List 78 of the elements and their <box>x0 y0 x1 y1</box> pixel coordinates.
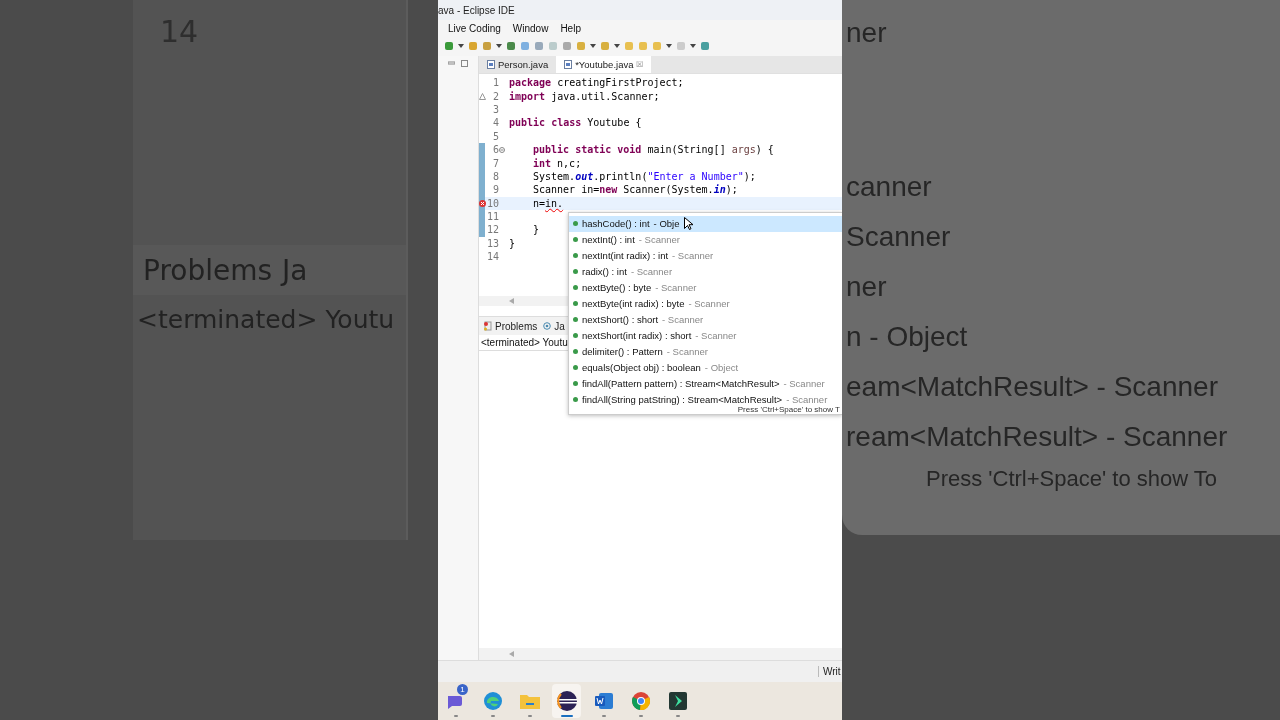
hint-text: Press 'Ctrl+Space' to show T <box>737 405 841 414</box>
dropdown-caret-icon[interactable] <box>614 44 620 48</box>
code-line: } <box>532 223 540 237</box>
menu-item[interactable]: Window <box>506 22 555 34</box>
collapse-icon[interactable] <box>499 146 505 153</box>
line-number: 4 <box>491 117 499 129</box>
taskbar-button[interactable]: 1 <box>441 684 470 718</box>
code-line: System.out.println("Enter a Number"); <box>532 169 756 184</box>
close-icon[interactable]: ☒ <box>636 60 644 69</box>
code-line: public class Youtube { <box>508 116 642 130</box>
mouse-cursor-icon <box>684 217 693 230</box>
dropdown-caret-icon[interactable] <box>690 44 696 48</box>
code-line: public static void main(String[] args) { <box>532 143 774 157</box>
line-number: 11 <box>485 211 499 223</box>
code-line: int n,c; <box>532 156 582 170</box>
menu-item[interactable]: Live Coding <box>442 22 507 34</box>
code-line: import java.util.Scanner; <box>508 89 660 103</box>
completion-item[interactable]: radix() : int - Scanner <box>569 263 842 280</box>
line-number: 6 <box>491 144 499 156</box>
completion-item[interactable]: delimiter() : Pattern - Scanner <box>569 343 842 360</box>
completion-item[interactable]: hashCode() : int - Obje <box>569 216 842 232</box>
panel-tab[interactable]: Ja <box>543 320 565 332</box>
java-file-icon <box>564 60 573 69</box>
arrow-app-icon <box>667 691 688 711</box>
line-number: 7 <box>491 157 499 169</box>
java-file-icon <box>487 60 495 69</box>
maximize-icon[interactable] <box>461 60 468 67</box>
completion-item[interactable]: equals(Object obj) : boolean - Object <box>569 359 842 376</box>
console-text: <terminated> Youtu <box>479 335 568 351</box>
code-line: package creatingFirstProject; <box>508 76 684 90</box>
line-number: 2 <box>491 90 499 102</box>
completion-item[interactable]: findAll(Pattern pattern) : Stream<MatchResult> - Scanner <box>569 375 842 392</box>
line-number: 12 <box>485 224 499 236</box>
completion-item[interactable]: nextShort() : short - Scanner <box>569 311 842 328</box>
completion-text: ream<MatchResult> - Scanner <box>845 420 1228 454</box>
completion-text: Press 'Ctrl+Space' to show To <box>925 465 1218 493</box>
line-number: 10 <box>485 197 499 209</box>
line-number: 5 <box>491 130 499 142</box>
problems-icon <box>483 321 492 331</box>
menu-item[interactable]: Help <box>554 22 587 34</box>
completion-text: n - Object <box>845 320 968 354</box>
dropdown-caret-icon[interactable] <box>666 44 672 48</box>
completion-item[interactable]: nextByte() : byte - Scanner <box>569 279 842 296</box>
completion-item[interactable]: nextByte(int radix) : byte - Scanner <box>569 295 842 312</box>
window-title: ava - Eclipse IDE <box>438 4 515 16</box>
at-sign-icon <box>543 322 552 330</box>
line-number: 9 <box>491 184 499 196</box>
line-number: 14 <box>485 251 499 263</box>
completion-item[interactable]: nextShort(int radix) : short - Scanner <box>569 327 842 344</box>
completion-item[interactable]: nextInt(int radix) : int - Scanner <box>569 247 842 264</box>
panel-tab[interactable]: Problems <box>483 320 538 332</box>
completion-text: eam<MatchResult> - Scanner <box>845 370 1218 404</box>
editor-tab[interactable]: *Youtube.java ☒ <box>556 56 652 73</box>
dropdown-caret-icon[interactable] <box>590 44 596 48</box>
dropdown-caret-icon[interactable] <box>458 44 464 48</box>
completion-item[interactable]: findAll(String patString) : Stream<MatchResult> - Scanner <box>569 391 842 408</box>
completion-item[interactable]: nextInt() : int - Scanner <box>569 231 842 248</box>
completion-text: canner <box>845 170 932 204</box>
line-number: 3 <box>491 103 499 115</box>
line-number: 1 <box>491 77 499 89</box>
editor-tab[interactable]: Person.java <box>479 56 557 73</box>
document-app-icon <box>593 691 614 711</box>
notification-badge: 1 <box>457 684 468 695</box>
line-number: 8 <box>491 170 499 182</box>
code-line: Scanner in=new Scanner(System.in); <box>532 183 738 197</box>
minimize-icon[interactable] <box>448 60 455 67</box>
completion-text: ner <box>845 270 887 304</box>
browser-wave-icon <box>482 691 503 711</box>
completion-text: ner <box>845 16 887 50</box>
dropdown-caret-icon[interactable] <box>496 44 502 48</box>
scroll-left-icon[interactable] <box>509 651 514 657</box>
eclipse-icon <box>555 690 578 712</box>
scroll-left-icon[interactable] <box>509 298 514 304</box>
line-number: 13 <box>485 237 499 249</box>
browser-circle-icon <box>630 691 651 711</box>
taskbar-button[interactable] <box>552 684 581 718</box>
code-line: } <box>508 236 516 251</box>
completion-text: Scanner <box>845 220 951 254</box>
